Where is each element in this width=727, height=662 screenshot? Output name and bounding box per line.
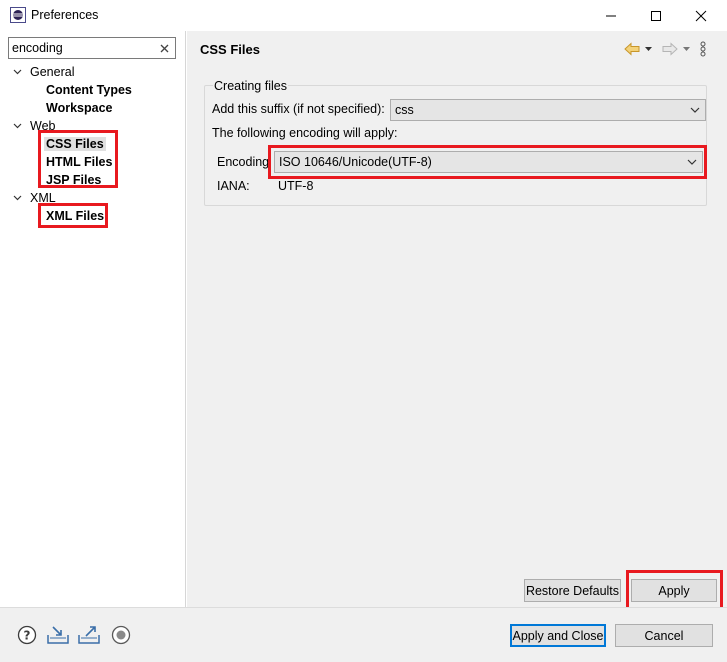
restore-defaults-button[interactable]: Restore Defaults (524, 579, 621, 602)
clear-filter-button[interactable] (156, 39, 172, 57)
tree-label-workspace: Workspace (46, 101, 113, 115)
view-menu-icon (700, 41, 706, 57)
encoding-label: Encoding (217, 155, 270, 169)
chevron-down-icon (690, 107, 700, 113)
help-icon: ? (17, 625, 37, 645)
record-icon (111, 625, 131, 645)
tree-label-xml: XML (30, 191, 56, 205)
encoding-combo[interactable]: ISO 10646/Unicode(UTF-8) (274, 151, 703, 173)
tree-label-css-files: CSS Files (44, 137, 106, 151)
apply-and-close-button[interactable]: Apply and Close (510, 624, 606, 647)
export-button[interactable] (78, 624, 100, 646)
tree-item-html-files[interactable]: HTML Files (46, 153, 112, 171)
export-icon (78, 626, 100, 644)
filter-field[interactable] (8, 37, 176, 59)
maximize-icon (650, 10, 661, 21)
cancel-button[interactable]: Cancel (615, 624, 713, 647)
eclipse-icon (10, 7, 26, 23)
chevron-down-icon[interactable] (12, 63, 22, 81)
minimize-button[interactable] (588, 0, 633, 31)
filter-input[interactable] (12, 40, 152, 56)
encoding-note: The following encoding will apply: (212, 126, 398, 140)
title-bar: Preferences (0, 0, 727, 31)
close-button[interactable] (678, 0, 723, 31)
iana-label: IANA: (217, 179, 250, 193)
dialog-button-bar: ? Apply and Close Cancel (0, 607, 727, 662)
tree-item-jsp-files[interactable]: JSP Files (46, 171, 101, 189)
suffix-label: Add this suffix (if not specified): (212, 102, 385, 116)
svg-text:?: ? (24, 629, 31, 643)
chevron-down-icon (645, 47, 652, 51)
tree-item-xml-files[interactable]: XML Files (46, 207, 104, 225)
suffix-value: css (395, 103, 414, 117)
page-nav-toolbar (624, 40, 706, 58)
clear-icon (160, 44, 168, 52)
tree-label-web: Web (30, 119, 56, 133)
tree-label-content-types: Content Types (46, 83, 132, 97)
tree-label-html-files: HTML Files (46, 155, 113, 169)
encoding-value: ISO 10646/Unicode(UTF-8) (279, 155, 432, 169)
forward-button[interactable] (662, 42, 678, 56)
back-button[interactable] (624, 42, 640, 56)
group-label: Creating files (213, 79, 288, 93)
preference-tree-panel: General Content Types Workspace Web CSS … (0, 31, 186, 607)
page-title: CSS Files (200, 42, 260, 57)
tree-item-content-types[interactable]: Content Types (46, 81, 132, 99)
back-arrow-icon (624, 42, 640, 56)
import-icon (47, 626, 69, 644)
forward-arrow-icon (662, 42, 678, 56)
forward-history-dropdown[interactable] (683, 47, 690, 51)
suffix-combo[interactable]: css (390, 99, 706, 121)
tree-item-workspace[interactable]: Workspace (46, 99, 112, 117)
page-header: CSS Files (187, 31, 727, 67)
import-button[interactable] (47, 624, 69, 646)
record-button[interactable] (110, 624, 132, 646)
tree-label-jsp-files: JSP Files (46, 173, 102, 187)
maximize-button[interactable] (633, 0, 678, 31)
chevron-down-icon (683, 47, 690, 51)
close-icon (695, 10, 706, 21)
window-title: Preferences (31, 8, 99, 22)
apply-button[interactable]: Apply (631, 579, 717, 602)
tree-label-xml-files: XML Files (46, 209, 105, 223)
chevron-down-icon (687, 159, 697, 165)
view-menu-button[interactable] (700, 41, 706, 57)
preference-page: CSS Files Creating files Add this suffix… (187, 31, 727, 610)
iana-value: UTF-8 (278, 179, 314, 193)
tree-item-css-files[interactable]: CSS Files (44, 135, 106, 153)
back-history-dropdown[interactable] (645, 47, 652, 51)
chevron-down-icon[interactable] (12, 189, 22, 207)
tree-label-general: General (30, 65, 75, 79)
minimize-icon (605, 15, 616, 16)
chevron-down-icon[interactable] (12, 117, 22, 135)
help-button[interactable]: ? (16, 624, 38, 646)
